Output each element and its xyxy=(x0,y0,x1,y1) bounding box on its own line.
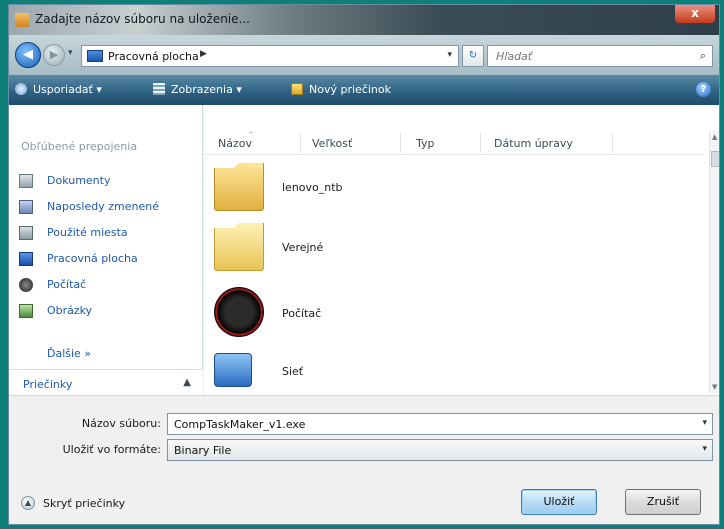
forward-button[interactable]: ▶ xyxy=(43,44,65,66)
scrollbar-thumb[interactable] xyxy=(711,151,719,167)
search-icon[interactable]: ⌕ xyxy=(700,49,706,63)
file-item-lenovo-ntb[interactable]: lenovo_ntb xyxy=(214,161,514,215)
address-bar: ◀ ▶ ▾ Pracovná plocha ▶ ▾ ↻ ⌕ xyxy=(9,35,719,75)
favorite-links-title: Obľúbené prepojenia xyxy=(21,140,138,153)
breadcrumb-location[interactable]: Pracovná plocha xyxy=(108,50,199,63)
filename-label: Názov súboru: xyxy=(81,417,161,430)
desktop-folder-icon xyxy=(87,50,103,62)
new-folder-button[interactable]: Nový priečinok xyxy=(309,83,391,96)
filename-combobox: ▾ xyxy=(167,413,713,435)
column-separator[interactable] xyxy=(400,133,401,153)
refresh-button[interactable]: ↻ xyxy=(462,45,484,67)
column-separator[interactable] xyxy=(480,133,481,153)
folders-toggle[interactable]: Priečinky ▲ xyxy=(9,369,203,395)
nav-item-label: Pracovná plocha xyxy=(47,252,138,265)
window-title: Zadajte názov súboru na uloženie... xyxy=(35,12,250,26)
column-separator[interactable] xyxy=(612,133,613,153)
hide-folders-label: Skryť priečinky xyxy=(43,497,126,510)
recent-icon xyxy=(19,200,33,214)
help-icon[interactable]: ? xyxy=(696,82,711,97)
folder-icon xyxy=(214,223,264,271)
folders-label: Priečinky xyxy=(23,378,73,391)
save-button[interactable]: Uložiť xyxy=(521,489,597,515)
nav-item-recent[interactable]: Naposledy zmenené xyxy=(19,197,199,217)
documents-icon xyxy=(19,174,33,188)
file-item-computer[interactable]: Počítač xyxy=(214,287,514,341)
nav-item-pictures[interactable]: Obrázky xyxy=(19,301,199,321)
filetype-value: Binary File xyxy=(174,444,232,457)
chevron-up-icon: ▲ xyxy=(21,496,35,510)
filetype-dropdown-icon[interactable]: ▾ xyxy=(702,444,707,454)
file-name: Počítač xyxy=(282,307,322,320)
nav-item-label: Použité miesta xyxy=(47,226,128,239)
more-links-button[interactable]: Ďalšie » xyxy=(47,347,91,360)
navigation-pane: Obľúbené prepojenia Dokumenty Naposledy … xyxy=(9,105,203,395)
nav-item-documents[interactable]: Dokumenty xyxy=(19,171,199,191)
address-field[interactable]: Pracovná plocha ▶ ▾ xyxy=(81,45,459,67)
file-name: Sieť xyxy=(282,365,304,378)
file-name: lenovo_ntb xyxy=(282,181,343,194)
places-icon xyxy=(19,226,33,240)
vertical-scrollbar[interactable]: ▲ ▼ xyxy=(709,131,719,393)
column-header-name[interactable]: Názov xyxy=(218,137,252,150)
column-header-size[interactable]: Veľkosť xyxy=(312,137,352,150)
scroll-up-icon[interactable]: ▲ xyxy=(712,133,717,141)
search-box: ⌕ xyxy=(487,45,713,67)
file-item-public[interactable]: Verejné xyxy=(214,221,514,275)
nav-item-desktop[interactable]: Pracovná plocha xyxy=(19,249,199,269)
nav-item-label: Naposledy zmenené xyxy=(47,200,159,213)
organize-button[interactable]: Usporiadať ▾ xyxy=(33,83,102,96)
nav-item-computer[interactable]: Počítač xyxy=(19,275,199,295)
network-icon xyxy=(214,353,252,387)
close-button[interactable]: x xyxy=(675,5,715,23)
column-headers: ^ Názov Veľkosť Typ Dátum úpravy xyxy=(204,131,704,155)
views-icon xyxy=(153,83,165,95)
column-header-type[interactable]: Typ xyxy=(416,137,435,150)
column-separator[interactable] xyxy=(300,133,301,153)
command-toolbar: Usporiadať ▾ Zobrazenia ▾ Nový priečinok… xyxy=(9,75,719,105)
app-icon xyxy=(15,13,29,27)
filetype-select[interactable]: Binary File ▾ xyxy=(167,439,713,461)
breadcrumb-arrow-icon[interactable]: ▶ xyxy=(200,49,207,59)
search-input[interactable] xyxy=(488,46,688,66)
history-dropdown-icon[interactable]: ▾ xyxy=(68,48,73,58)
file-name: Verejné xyxy=(282,241,324,254)
column-header-date[interactable]: Dátum úpravy xyxy=(494,137,573,150)
desktop-icon xyxy=(19,252,33,266)
filename-dropdown-icon[interactable]: ▾ xyxy=(702,418,707,428)
nav-item-label: Počítač xyxy=(47,278,87,291)
cancel-button[interactable]: Zrušiť xyxy=(625,489,701,515)
file-item-network[interactable]: Sieť xyxy=(214,345,514,399)
back-button[interactable]: ◀ xyxy=(15,42,41,68)
pictures-icon xyxy=(19,304,33,318)
computer-icon xyxy=(19,278,33,292)
filetype-label: Uložiť vo formáte: xyxy=(62,443,161,456)
scroll-down-icon[interactable]: ▼ xyxy=(712,383,717,391)
views-button[interactable]: Zobrazenia ▾ xyxy=(171,83,242,96)
title-bar[interactable]: Zadajte názov súboru na uloženie... x xyxy=(9,5,719,35)
file-list: ^ Názov Veľkosť Typ Dátum úpravy lenovo_… xyxy=(204,105,719,395)
organize-icon xyxy=(15,83,27,95)
chevron-up-icon[interactable]: ▲ xyxy=(183,377,191,388)
save-file-dialog: Zadajte názov súboru na uloženie... x ◀ … xyxy=(8,4,720,525)
nav-item-label: Dokumenty xyxy=(47,174,111,187)
address-dropdown-icon[interactable]: ▾ xyxy=(447,50,452,60)
nav-item-label: Obrázky xyxy=(47,304,93,317)
computer-icon xyxy=(214,287,264,337)
nav-item-places[interactable]: Použité miesta xyxy=(19,223,199,243)
folder-icon xyxy=(214,163,264,211)
filename-field[interactable] xyxy=(168,414,688,434)
save-form: Názov súboru: ▾ Uložiť vo formáte: Binar… xyxy=(9,395,719,524)
new-folder-icon xyxy=(291,83,303,95)
